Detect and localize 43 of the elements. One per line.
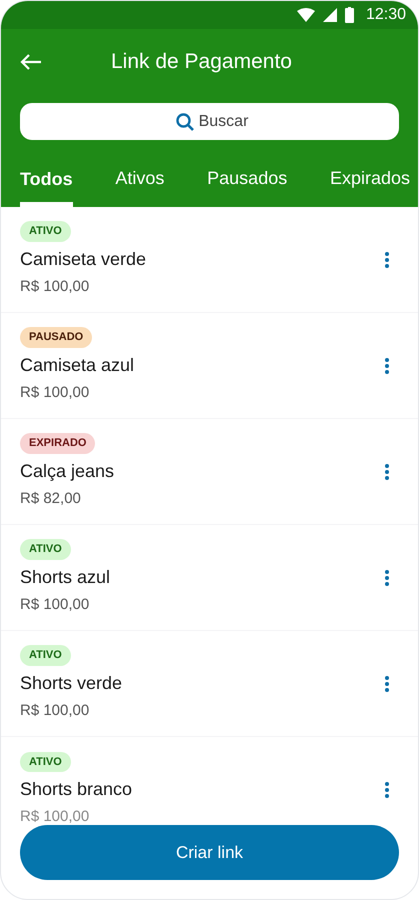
product-price: R$ 100,00 <box>20 807 90 827</box>
product-name: Shorts branco <box>20 778 132 801</box>
more-options-button[interactable] <box>382 568 392 588</box>
filter-tab[interactable]: Expirados <box>330 164 410 207</box>
product-name: Shorts azul <box>20 566 110 588</box>
more-vertical-icon <box>385 252 389 268</box>
more-options-button[interactable] <box>382 780 392 800</box>
product-price: R$ 100,00 <box>20 382 90 402</box>
status-badge: ATIVO <box>20 221 71 242</box>
product-name: Calça jeans <box>20 460 114 483</box>
status-badge: PAUSADO <box>20 327 92 348</box>
status-badge: ATIVO <box>20 645 71 666</box>
product-name: Camiseta azul <box>20 354 134 376</box>
search-field[interactable]: Buscar <box>20 103 399 140</box>
more-vertical-icon <box>385 570 389 586</box>
product-name: Camiseta verde <box>20 248 146 270</box>
wifi-icon <box>296 8 315 22</box>
more-vertical-icon <box>385 676 389 692</box>
filter-tab[interactable]: Pausados <box>207 164 288 207</box>
create-link-button[interactable]: Criar link <box>20 825 399 880</box>
more-options-button[interactable] <box>382 356 392 376</box>
filter-tab[interactable]: Todos <box>20 166 73 207</box>
signal-icon <box>322 8 337 22</box>
status-badge: ATIVO <box>20 752 71 772</box>
status-badge: EXPIRADO <box>20 433 96 454</box>
product-price: R$ 100,00 <box>20 594 90 614</box>
back-arrow-icon <box>20 53 42 71</box>
filter-tab[interactable]: Ativos <box>115 164 164 207</box>
more-options-button[interactable] <box>382 250 392 270</box>
more-options-button[interactable] <box>382 462 392 482</box>
battery-icon <box>344 7 354 23</box>
product-name: Shorts verde <box>20 672 122 694</box>
more-vertical-icon <box>385 358 389 374</box>
screen-title: Link de Pagamento <box>111 49 292 76</box>
more-vertical-icon <box>385 464 389 480</box>
clock-time: 12:30 <box>366 5 406 25</box>
status-badge: ATIVO <box>20 539 71 560</box>
product-price: R$ 100,00 <box>20 700 90 720</box>
product-price: R$ 100,00 <box>20 276 90 296</box>
more-vertical-icon <box>385 782 389 798</box>
more-options-button[interactable] <box>382 674 392 694</box>
product-price: R$ 82,00 <box>20 488 81 508</box>
search-icon <box>176 113 194 131</box>
